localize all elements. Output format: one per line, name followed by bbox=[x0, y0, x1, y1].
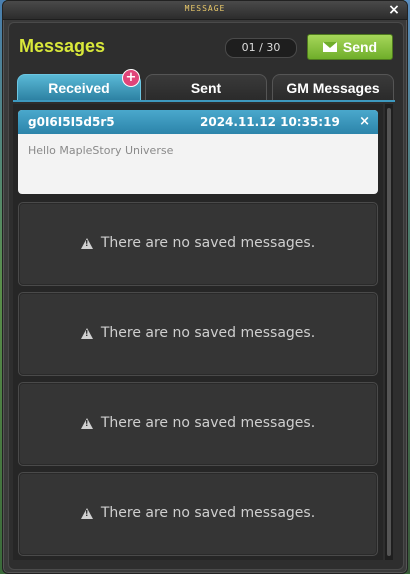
warning-icon bbox=[80, 237, 93, 249]
message-sender: g0I6I5I5d5r5 bbox=[28, 115, 115, 129]
page-title: Messages bbox=[19, 36, 106, 56]
empty-slot: There are no saved messages. bbox=[18, 292, 378, 376]
window-title: MESSAGE bbox=[184, 4, 226, 13]
tab-gm-messages[interactable]: GM Messages bbox=[272, 74, 394, 101]
empty-slot: There are no saved messages. bbox=[18, 382, 378, 466]
tab-sent[interactable]: Sent bbox=[145, 74, 267, 101]
window-close-icon[interactable]: × bbox=[387, 3, 401, 17]
new-message-badge-icon: + bbox=[122, 69, 140, 87]
send-button[interactable]: Send bbox=[307, 34, 393, 60]
message-counter: 01 / 30 bbox=[225, 38, 297, 58]
empty-slot-text: There are no saved messages. bbox=[100, 505, 316, 521]
message-item[interactable]: g0I6I5I5d5r5 2024.11.12 10:35:19 × Hello… bbox=[18, 110, 378, 194]
empty-slot: There are no saved messages. bbox=[18, 472, 378, 556]
envelope-icon bbox=[322, 42, 337, 52]
title-bar[interactable]: MESSAGE × bbox=[3, 1, 407, 20]
message-date: 2024.11.12 10:35:19 bbox=[200, 115, 340, 129]
empty-slot-text: There are no saved messages. bbox=[100, 325, 316, 341]
empty-slot-text: There are no saved messages. bbox=[100, 415, 316, 431]
scrollbar[interactable] bbox=[385, 104, 393, 560]
warning-icon bbox=[80, 417, 93, 429]
tab-underline bbox=[13, 100, 395, 102]
scrollbar-thumb[interactable] bbox=[387, 108, 391, 556]
warning-icon bbox=[80, 507, 93, 519]
delete-message-icon[interactable]: × bbox=[359, 114, 370, 129]
empty-slot: There are no saved messages. bbox=[18, 202, 378, 286]
message-body: Hello MapleStory Universe bbox=[28, 144, 174, 157]
warning-icon bbox=[80, 327, 93, 339]
empty-slot-text: There are no saved messages. bbox=[100, 235, 316, 251]
message-header: g0I6I5I5d5r5 2024.11.12 10:35:19 × bbox=[18, 110, 378, 134]
send-label: Send bbox=[342, 39, 378, 55]
